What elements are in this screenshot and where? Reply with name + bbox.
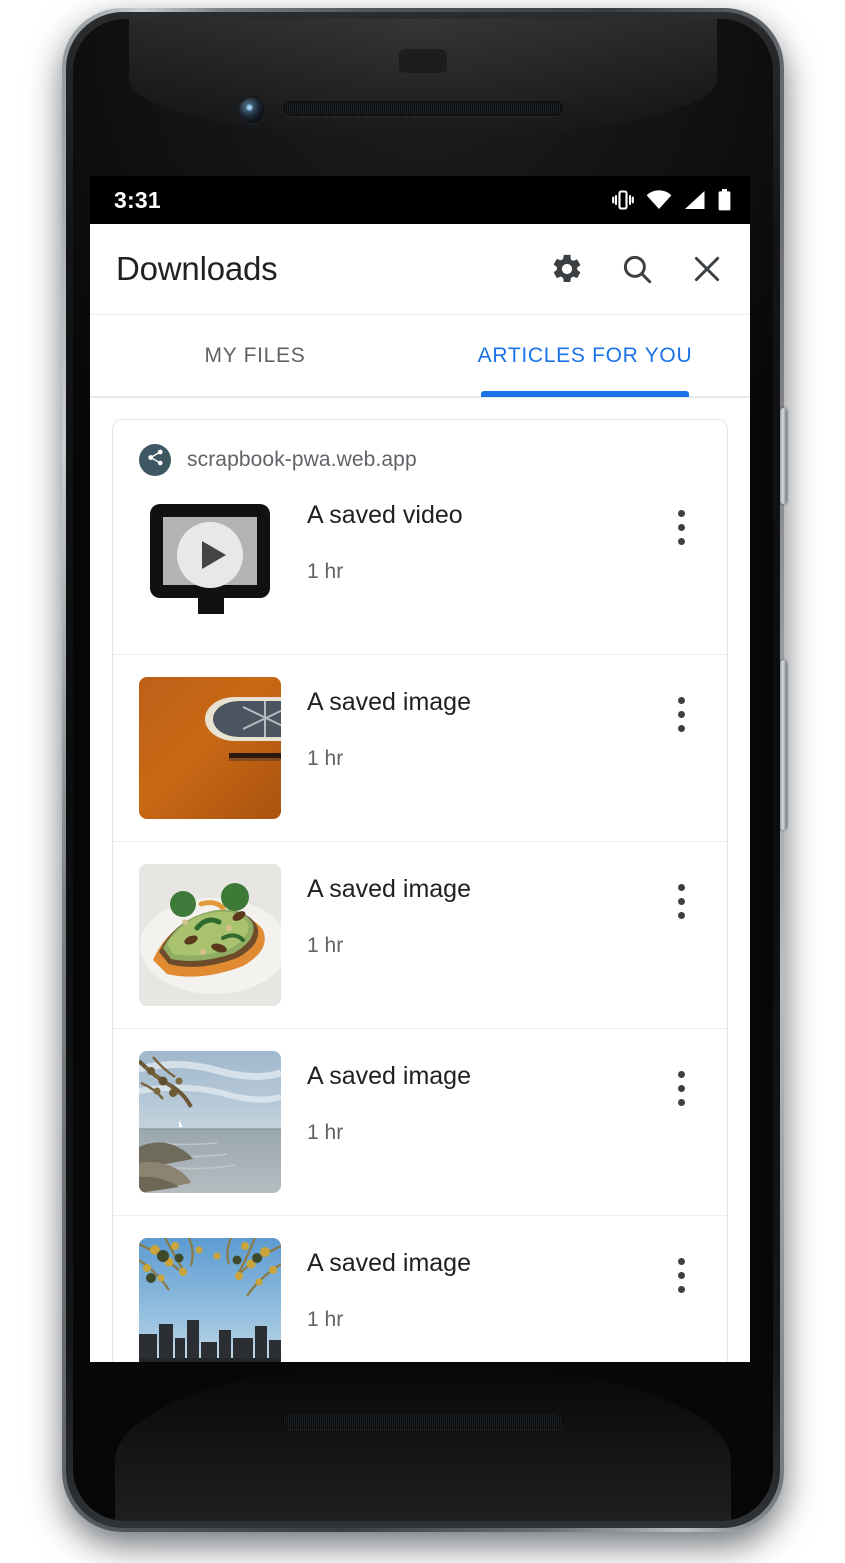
close-button[interactable] [686,248,728,290]
overflow-menu-icon[interactable] [657,685,705,743]
site-favicon [139,444,171,476]
status-time: 3:31 [114,186,161,213]
app-bar-actions [546,248,728,290]
card-domain: scrapbook-pwa.web.app [187,448,417,471]
downloads-app: Downloads MY FILES ARTICLES FOR YOU scra… [90,224,750,1362]
phone-top-notch [399,49,447,73]
overflow-menu-icon[interactable] [657,498,705,556]
phone-screen: 3:31 Downloads MY FILES ARTICLES FOR YOU… [90,176,750,1362]
tab-articles-for-you[interactable]: ARTICLES FOR YOU [420,315,750,397]
row-title: A saved video [307,501,463,529]
front-camera-icon [239,98,264,123]
search-button[interactable] [616,248,658,290]
table-row[interactable]: A saved video 1 hr [113,482,727,654]
earpiece-speaker [283,101,563,116]
phone-top-highlight [129,19,717,139]
downloads-list: scrapbook-pwa.web.app A saved video 1 hr… [90,397,750,1362]
row-time: 1 hr [307,1307,344,1331]
row-title: A saved image [307,875,471,903]
search-icon [620,252,654,286]
row-title: A saved image [307,1062,471,1090]
row-time: 1 hr [307,559,344,583]
vibrate-icon [611,189,635,211]
signal-icon [683,190,706,210]
overflow-menu-icon[interactable] [657,1246,705,1304]
phone-bottom-highlight [115,1361,731,1521]
downloads-card: scrapbook-pwa.web.app A saved video 1 hr… [112,419,728,1362]
row-text: A saved video 1 hr [281,490,657,584]
overflow-menu-icon[interactable] [657,1059,705,1117]
table-row[interactable]: A saved image 1 hr [113,1028,727,1215]
table-row[interactable]: A saved image 1 hr [113,1215,727,1362]
bottom-speaker [282,1413,564,1429]
status-bar: 3:31 [90,176,750,224]
table-row[interactable]: A saved image 1 hr [113,841,727,1028]
settings-button[interactable] [546,248,588,290]
image-thumbnail-avocado-toast [139,864,281,1006]
row-text: A saved image 1 hr [281,677,657,771]
image-thumbnail-orange-wall [139,677,281,819]
battery-icon [717,189,732,211]
row-text: A saved image 1 hr [281,1238,657,1332]
page-title: Downloads [116,250,278,287]
row-title: A saved image [307,1249,471,1277]
row-time: 1 hr [307,1120,344,1144]
image-thumbnail-city-skyline [139,1238,281,1362]
wifi-icon [646,190,672,210]
share-icon [146,448,165,472]
table-row[interactable]: A saved image 1 hr [113,654,727,841]
tab-bar: MY FILES ARTICLES FOR YOU [90,314,750,397]
overflow-menu-icon[interactable] [657,872,705,930]
app-bar: Downloads [90,224,750,314]
gear-icon [550,252,584,286]
row-text: A saved image 1 hr [281,1051,657,1145]
row-text: A saved image 1 hr [281,864,657,958]
power-button[interactable] [780,408,787,504]
image-thumbnail-lake-shore [139,1051,281,1193]
card-header: scrapbook-pwa.web.app [113,420,727,482]
row-time: 1 hr [307,933,344,957]
video-placeholder-thumbnail [139,490,281,632]
row-title: A saved image [307,688,471,716]
volume-button[interactable] [780,660,787,830]
row-time: 1 hr [307,746,344,770]
close-icon [690,252,724,286]
tab-my-files[interactable]: MY FILES [90,315,420,397]
status-icons [611,189,732,211]
